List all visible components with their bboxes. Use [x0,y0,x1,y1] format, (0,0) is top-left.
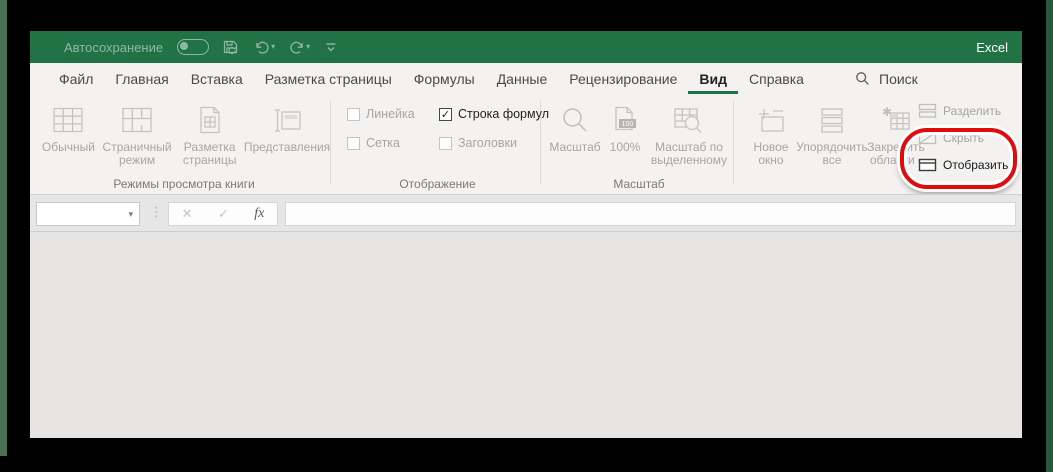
zoom-100-button[interactable]: 100 100% [603,99,647,167]
ribbon: Обычный Страничный режим [30,94,1022,194]
normal-view-button[interactable]: Обычный [38,99,99,167]
checkbox-box: ✓ [439,108,452,121]
zoom-icon [561,99,589,141]
insert-function-icon[interactable]: fx [254,206,264,222]
checkbox-headings[interactable]: Заголовки [439,136,557,150]
formula-input[interactable] [285,202,1016,226]
screen: Автосохранение ▾ [0,0,1053,472]
tab-review[interactable]: Рецензирование [558,63,688,94]
worksheet-area[interactable] [30,231,1022,438]
name-box[interactable]: ▾ [36,202,140,226]
search-label: Поиск [879,71,918,87]
app-title: Excel [976,40,1008,55]
arrange-all-button[interactable]: Упорядочить все [800,99,864,167]
group-workbook-views: Обычный Страничный режим [38,94,330,194]
background-window-strip-left [0,0,7,456]
background-window-strip-right [1046,0,1053,472]
freeze-panes-icon: ✱ [881,99,911,141]
tab-home[interactable]: Главная [104,63,179,94]
group-show: Линейка ✓ Строка формул Сетка Заголовки [335,94,540,194]
svg-text:100: 100 [622,121,634,128]
split-icon [918,103,937,119]
save-icon[interactable] [223,39,240,55]
formula-bar: ▾ ⋮ ✕ ✓ fx [30,194,1022,231]
tab-help[interactable]: Справка [738,63,815,94]
titlebar: Автосохранение ▾ [30,31,1022,63]
zoom-to-selection-button[interactable]: Масштаб по выделенному [647,99,731,167]
page-layout-view-icon [197,99,223,141]
checkbox-box [439,137,452,150]
group-separator [733,100,734,184]
checkmark-icon: ✓ [441,108,450,121]
group-label-zoom: Масштаб [545,177,733,191]
search-control[interactable]: Поиск [855,63,918,94]
new-window-button[interactable]: Новое окно [742,99,800,167]
custom-views-icon [273,99,302,141]
tab-formulas[interactable]: Формулы [403,63,486,94]
formula-buttons: ✕ ✓ fx [168,202,278,226]
search-icon [855,71,870,86]
ribbon-options-icon[interactable] [324,40,338,54]
zoom-button[interactable]: Масштаб [547,99,603,167]
group-label-workbook-views: Режимы просмотра книги [38,177,330,191]
undo-icon[interactable]: ▾ [254,39,275,55]
name-box-caret-icon[interactable]: ▾ [128,209,133,220]
tab-file[interactable]: Файл [48,63,104,94]
undo-dropdown-caret-icon[interactable]: ▾ [271,43,275,51]
page-break-preview-icon [122,99,153,141]
ribbon-tab-row: Файл Главная Вставка Разметка страницы Ф… [30,63,1022,94]
formula-bar-resize-handle[interactable]: ⋮ [150,204,163,220]
redo-dropdown-caret-icon[interactable]: ▾ [306,43,310,51]
autosave-label: Автосохранение [64,40,163,55]
checkbox-formula-bar[interactable]: ✓ Строка формул [439,107,557,121]
checkbox-box [347,137,360,150]
redo-icon[interactable]: ▾ [289,39,310,55]
new-window-icon [756,99,786,141]
highlight-annotation-oval [900,128,1017,189]
zoom-to-selection-icon [674,99,704,141]
checkbox-gridlines[interactable]: Сетка [347,136,439,150]
group-label-show: Отображение [335,177,540,191]
toggle-knob [180,42,188,50]
page-break-preview-button[interactable]: Страничный режим [99,99,176,167]
tab-view[interactable]: Вид [688,63,738,94]
group-zoom: Масштаб 100 100% [545,94,733,194]
tab-data[interactable]: Данные [486,63,559,94]
tab-page-layout[interactable]: Разметка страницы [254,63,403,94]
excel-window: Автосохранение ▾ [30,31,1022,438]
page-layout-view-button[interactable]: Разметка страницы [175,99,244,167]
split-button[interactable]: Разделить [918,101,1018,121]
cancel-icon[interactable]: ✕ [182,206,193,222]
normal-view-icon [53,99,84,141]
zoom-100-icon: 100 [612,99,638,141]
enter-icon[interactable]: ✓ [218,206,229,222]
tab-insert[interactable]: Вставка [180,63,254,94]
custom-views-button[interactable]: Представления [244,99,330,167]
checkbox-box [347,108,360,121]
checkbox-ruler[interactable]: Линейка [347,107,439,121]
arrange-all-icon [819,99,845,141]
autosave-toggle[interactable] [177,39,209,55]
